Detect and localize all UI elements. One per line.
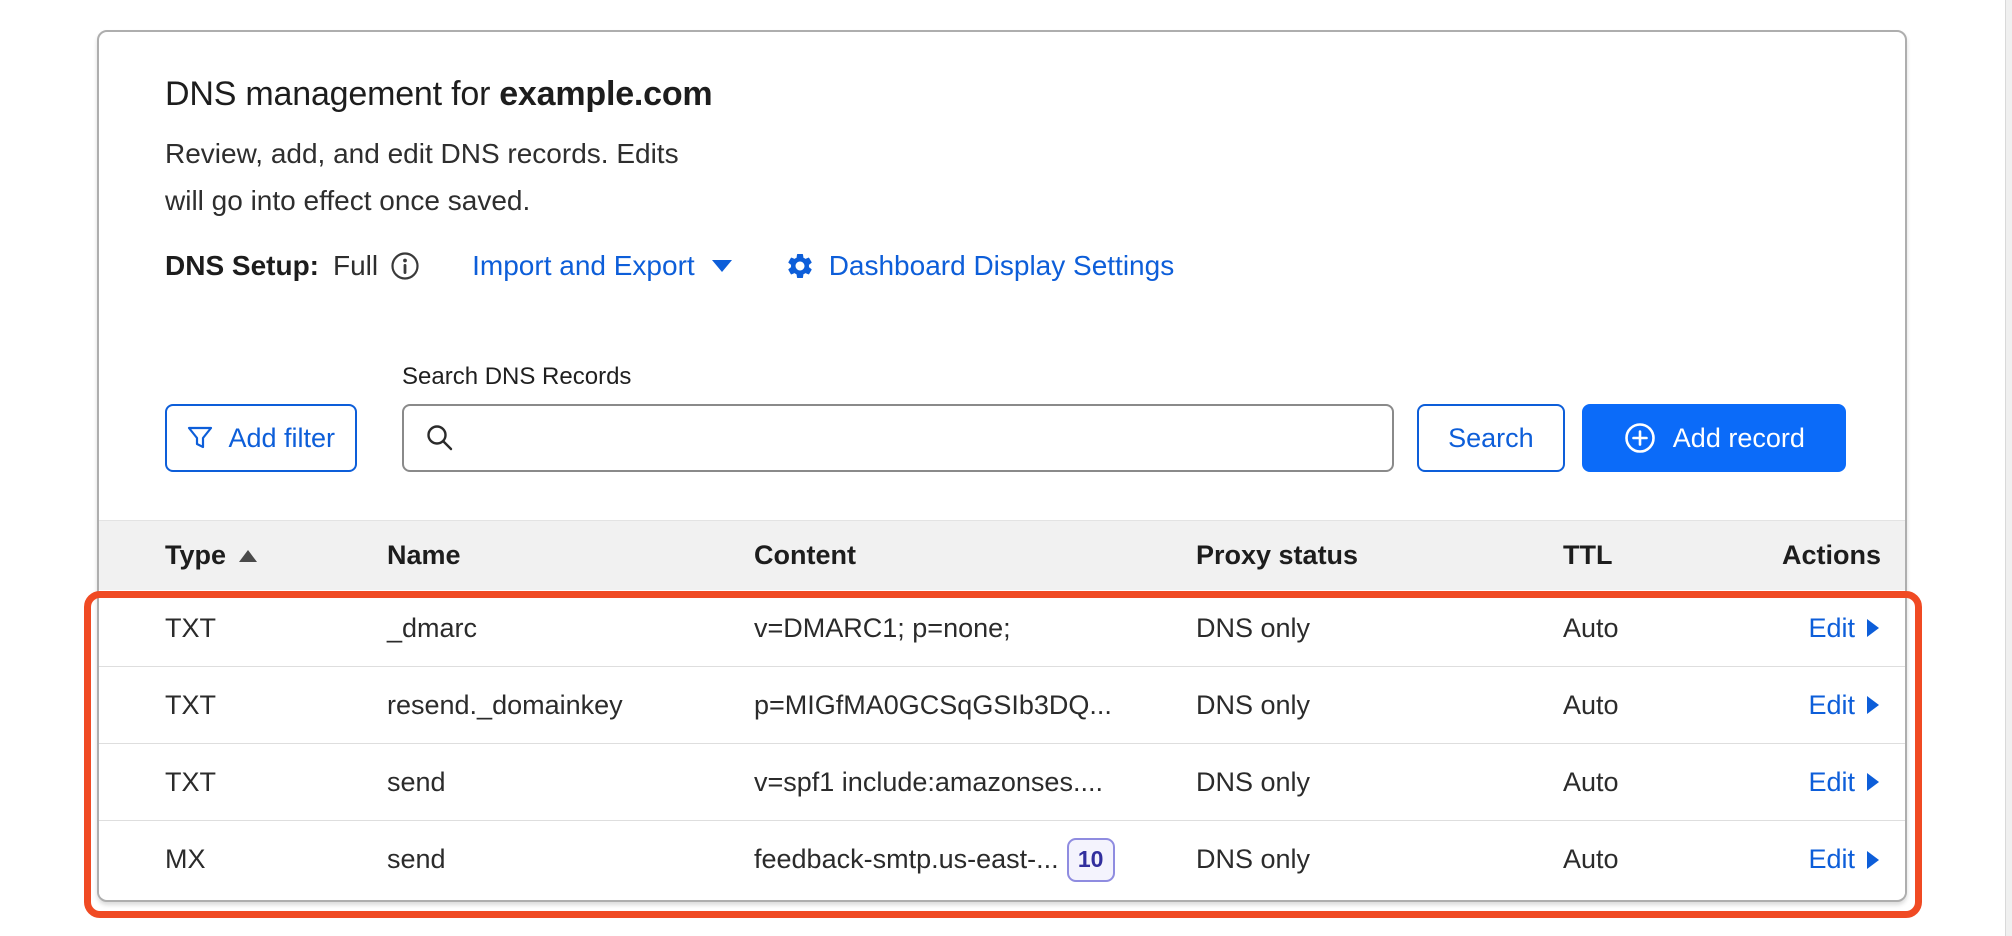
import-export-link[interactable]: Import and Export: [472, 250, 733, 282]
cell-content: feedback-smtp.us-east-... 10: [754, 838, 1196, 882]
cell-proxy-status: DNS only: [1196, 844, 1563, 875]
chevron-down-icon: [711, 259, 733, 273]
dns-setup-row: DNS Setup: Full Import and Export: [99, 250, 1905, 282]
column-header-actions: Actions: [1767, 540, 1881, 571]
cell-ttl: Auto: [1563, 690, 1767, 721]
add-record-button[interactable]: Add record: [1582, 404, 1846, 472]
triangle-right-icon: [1865, 694, 1881, 716]
page: DNS management forexample.com Review, ad…: [0, 0, 2012, 936]
add-filter-label: Add filter: [228, 423, 335, 454]
sort-ascending-icon: [238, 549, 258, 563]
cell-type: MX: [165, 844, 387, 875]
search-records-label: Search DNS Records: [402, 362, 1905, 392]
table-row-dmarc: TXT _dmarc v=DMARC1; p=none; DNS only Au…: [99, 590, 1905, 667]
edit-record-button[interactable]: Edit: [1808, 844, 1881, 875]
dashboard-display-settings-link[interactable]: Dashboard Display Settings: [785, 250, 1175, 282]
table-row-spf: TXT send v=spf1 include:amazonses.... DN…: [99, 744, 1905, 821]
cell-content: v=DMARC1; p=none;: [754, 613, 1196, 644]
priority-badge: 10: [1067, 838, 1115, 882]
info-icon[interactable]: [390, 251, 420, 281]
triangle-right-icon: [1865, 849, 1881, 871]
edit-record-button[interactable]: Edit: [1808, 690, 1881, 721]
page-title-domain: example.com: [499, 75, 712, 113]
cell-name: resend._domainkey: [387, 690, 754, 721]
funnel-icon: [186, 424, 214, 452]
toolbar: Add filter Search: [99, 404, 1905, 472]
table-row-domainkey: TXT resend._domainkey p=MIGfMA0GCSqGSIb3…: [99, 667, 1905, 744]
column-header-ttl[interactable]: TTL: [1563, 540, 1767, 571]
page-subtitle: Review, add, and edit DNS records. Edits…: [99, 130, 764, 224]
page-title-prefix: DNS management for: [165, 75, 490, 113]
cell-name: _dmarc: [387, 613, 754, 644]
gear-icon: [785, 251, 815, 281]
column-header-content[interactable]: Content: [754, 540, 1196, 571]
table-row-mx: MX send feedback-smtp.us-east-... 10 DNS…: [99, 821, 1905, 898]
table-header-row: Type Name Content Proxy status TTL Actio…: [99, 520, 1905, 590]
triangle-right-icon: [1865, 771, 1881, 793]
cell-type: TXT: [165, 690, 387, 721]
cell-name: send: [387, 844, 754, 875]
dns-management-card: DNS management forexample.com Review, ad…: [97, 30, 1907, 902]
page-title: DNS management forexample.com: [99, 72, 1905, 116]
dns-records-table: Type Name Content Proxy status TTL Actio…: [99, 520, 1905, 898]
import-export-label: Import and Export: [472, 250, 695, 282]
scrollbar[interactable]: [2005, 0, 2012, 936]
cell-ttl: Auto: [1563, 767, 1767, 798]
edit-record-button[interactable]: Edit: [1808, 613, 1881, 644]
cell-content-text: feedback-smtp.us-east-...: [754, 844, 1059, 875]
add-filter-button[interactable]: Add filter: [165, 404, 357, 472]
dns-setup-label: DNS Setup:: [165, 250, 319, 282]
add-record-label: Add record: [1673, 423, 1805, 454]
search-icon: [424, 422, 456, 454]
column-header-type[interactable]: Type: [165, 540, 387, 571]
column-header-proxy-status[interactable]: Proxy status: [1196, 540, 1563, 571]
cell-proxy-status: DNS only: [1196, 767, 1563, 798]
edit-record-button[interactable]: Edit: [1808, 767, 1881, 798]
plus-circle-icon: [1623, 421, 1657, 455]
dns-setup-value: Full: [333, 250, 378, 282]
cell-type: TXT: [165, 767, 387, 798]
cell-proxy-status: DNS only: [1196, 613, 1563, 644]
cell-content: v=spf1 include:amazonses....: [754, 767, 1196, 798]
column-header-name[interactable]: Name: [387, 540, 754, 571]
cell-proxy-status: DNS only: [1196, 690, 1563, 721]
cell-content: p=MIGfMA0GCSqGSIb3DQ...: [754, 690, 1196, 721]
cell-type: TXT: [165, 613, 387, 644]
cell-ttl: Auto: [1563, 844, 1767, 875]
triangle-right-icon: [1865, 617, 1881, 639]
search-field: [402, 404, 1395, 472]
cell-ttl: Auto: [1563, 613, 1767, 644]
search-button[interactable]: Search: [1417, 404, 1565, 472]
search-input[interactable]: [404, 406, 1393, 470]
dashboard-display-settings-label: Dashboard Display Settings: [829, 250, 1175, 282]
cell-name: send: [387, 767, 754, 798]
